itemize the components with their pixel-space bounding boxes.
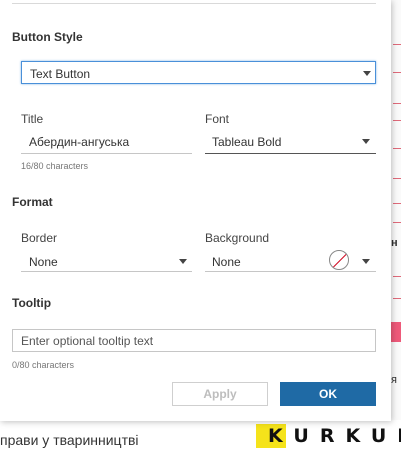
- button-object-dialog: Button Style Text Button Title Абердин-а…: [0, 0, 391, 421]
- background-rule: [393, 44, 401, 45]
- background-rule: [393, 276, 401, 277]
- background-rule: [393, 72, 401, 73]
- title-input[interactable]: Абердин-ангуська: [21, 130, 192, 154]
- background-rule: [393, 298, 401, 299]
- font-select[interactable]: Tableau Bold: [205, 130, 376, 154]
- background-label: Background: [205, 231, 270, 245]
- background-rule: [393, 178, 401, 179]
- button-style-value: Text Button: [30, 67, 91, 81]
- tooltip-input[interactable]: [12, 329, 376, 352]
- tooltip-char-count: 0/80 characters: [12, 360, 75, 370]
- border-select[interactable]: None: [21, 250, 192, 272]
- apply-button[interactable]: Apply: [172, 382, 268, 406]
- title-value: Абердин-ангуська: [29, 135, 130, 149]
- button-style-select[interactable]: Text Button: [21, 61, 376, 84]
- logo-text: KURKUL: [268, 425, 401, 447]
- ok-button[interactable]: OK: [280, 382, 376, 406]
- background-rule: [393, 120, 401, 121]
- background-edge-text: я: [391, 374, 397, 386]
- background-page-edge: [391, 0, 401, 420]
- background-select[interactable]: None: [205, 250, 376, 272]
- background-rule: [393, 222, 401, 223]
- background-rule: [393, 148, 401, 149]
- background-edge-text: н: [391, 237, 398, 249]
- chevron-down-icon: [362, 139, 370, 144]
- background-accent-bar: [391, 322, 401, 342]
- title-char-count: 16/80 characters: [21, 161, 89, 171]
- button-style-heading: Button Style: [12, 30, 83, 44]
- font-label: Font: [205, 112, 230, 126]
- divider: [12, 3, 376, 4]
- chevron-down-icon: [363, 71, 371, 76]
- no-color-slash: [330, 252, 348, 269]
- background-rule: [393, 203, 401, 204]
- background-rule: [393, 103, 401, 104]
- no-color-swatch-icon[interactable]: [329, 250, 349, 270]
- chevron-down-icon: [362, 259, 370, 264]
- background-article-text: прави у тваринництві: [0, 432, 139, 448]
- kurkul-logo: KURKUL: [256, 424, 401, 448]
- title-label: Title: [21, 112, 44, 126]
- format-heading: Format: [12, 195, 53, 209]
- border-value: None: [29, 255, 58, 269]
- tooltip-heading: Tooltip: [12, 296, 52, 310]
- font-value: Tableau Bold: [212, 135, 282, 149]
- border-label: Border: [21, 231, 58, 245]
- chevron-down-icon: [179, 259, 187, 264]
- background-value: None: [212, 255, 241, 269]
